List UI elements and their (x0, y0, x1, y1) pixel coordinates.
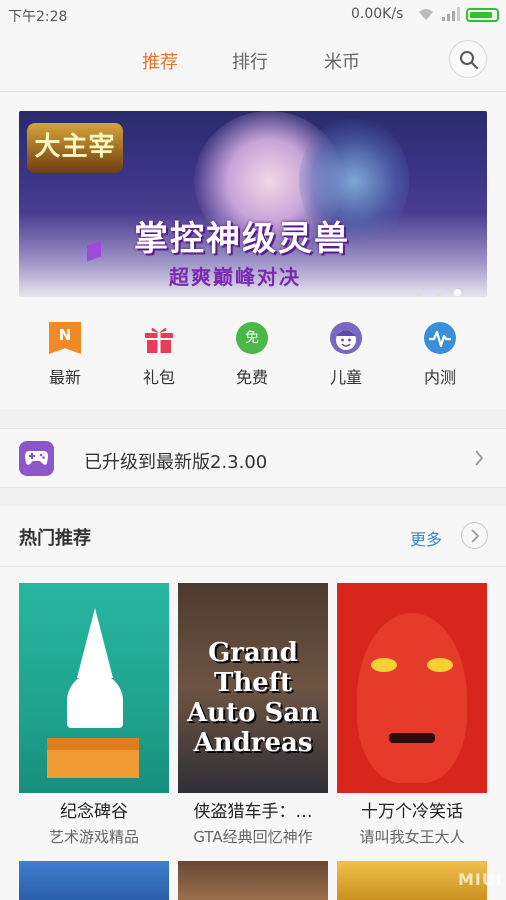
status-time: 下午2:28 (8, 9, 68, 25)
carousel-dot[interactable] (435, 289, 442, 296)
section-divider (0, 566, 506, 567)
signal-icon (442, 7, 460, 21)
cover-eye-art (371, 658, 397, 672)
section-title: 热门推荐 (19, 528, 91, 549)
cover-block-art (47, 738, 139, 778)
banner-game-logo: 大主宰 (27, 123, 123, 173)
game-description: GTA经典回忆神作 (193, 828, 313, 846)
more-button[interactable] (461, 522, 488, 549)
game-card[interactable]: Grand Theft Auto San Andreas 侠盗猎车手：… GTA… (178, 583, 328, 847)
crystal-icon (87, 240, 101, 262)
battery-icon (466, 8, 499, 22)
app-logo (19, 441, 54, 476)
search-icon (460, 51, 478, 69)
top-tab-bar: 推荐 排行 米币 (0, 30, 506, 92)
update-notice-row[interactable]: 已升级到最新版2.3.00 (0, 428, 506, 488)
category-label: 最新 (48, 368, 81, 387)
category-free[interactable]: 免 免费 (222, 322, 282, 388)
new-icon: N (49, 322, 81, 354)
cover-logo-text: Grand Theft Auto San Andreas (186, 638, 319, 758)
game-card[interactable]: 纪念碑谷 艺术游戏精品 (19, 583, 169, 847)
game-description: 艺术游戏精品 (48, 828, 139, 846)
gamepad-icon (25, 451, 48, 465)
beta-test-icon (424, 322, 456, 354)
game-cover (19, 583, 169, 793)
gift-icon (145, 327, 173, 353)
update-notice-text: 已升级到最新版2.3.00 (84, 452, 268, 473)
chevron-right-icon (471, 529, 480, 543)
search-button[interactable] (449, 40, 487, 78)
banner-headline: 掌控神级灵兽 (134, 219, 350, 259)
cover-figure-art (67, 673, 123, 728)
carousel-indicator (404, 281, 461, 297)
miui-watermark: MIUI (458, 870, 503, 889)
category-label: 儿童 (329, 368, 362, 387)
carousel-dot[interactable] (416, 289, 423, 296)
carousel-dot-active[interactable] (454, 289, 461, 296)
cover-tower-art (77, 608, 113, 678)
hot-recommendations: 热门推荐 更多 纪念碑谷 艺术游戏精品 Grand Theft Auto San… (0, 506, 506, 900)
category-newest[interactable]: N 最新 (35, 322, 95, 388)
category-label: 内测 (423, 368, 456, 387)
free-icon: 免 (236, 322, 268, 354)
category-label: 免费 (235, 368, 268, 387)
cover-face-art (357, 613, 467, 783)
game-description: 请叫我女王大人 (359, 828, 465, 846)
tab-recommended[interactable]: 推荐 (142, 48, 178, 74)
category-kids[interactable]: 儿童 (316, 322, 376, 388)
game-cover: Grand Theft Auto San Andreas (178, 583, 328, 793)
kid-icon (330, 322, 362, 354)
game-cover (337, 583, 487, 793)
cover-eye-art (427, 658, 453, 672)
cover-mouth-art (389, 733, 435, 743)
game-card-partial[interactable] (178, 861, 328, 900)
status-bar: 下午2:28 0.00K/s (0, 0, 506, 30)
category-label: 礼包 (142, 368, 175, 387)
game-name: 纪念碑谷 (60, 802, 128, 822)
game-name: 十万个冷笑话 (361, 802, 463, 822)
promo-banner[interactable]: 大主宰 掌控神级灵兽 超爽巅峰对决 (19, 111, 487, 297)
game-name: 侠盗猎车手：… (193, 802, 313, 822)
category-gift[interactable]: 礼包 (129, 322, 189, 388)
game-card[interactable]: 十万个冷笑话 请叫我女王大人 (337, 583, 487, 847)
banner-subline: 超爽巅峰对决 (169, 265, 301, 289)
tab-ranking[interactable]: 排行 (232, 48, 268, 74)
game-card-partial[interactable] (19, 861, 169, 900)
tab-mi-coin[interactable]: 米币 (324, 48, 360, 74)
chevron-right-icon (475, 450, 484, 466)
category-beta-test[interactable]: 内测 (410, 322, 470, 388)
more-link[interactable]: 更多 (410, 526, 442, 550)
wifi-icon (419, 9, 433, 20)
network-speed: 0.00K/s (351, 6, 404, 22)
